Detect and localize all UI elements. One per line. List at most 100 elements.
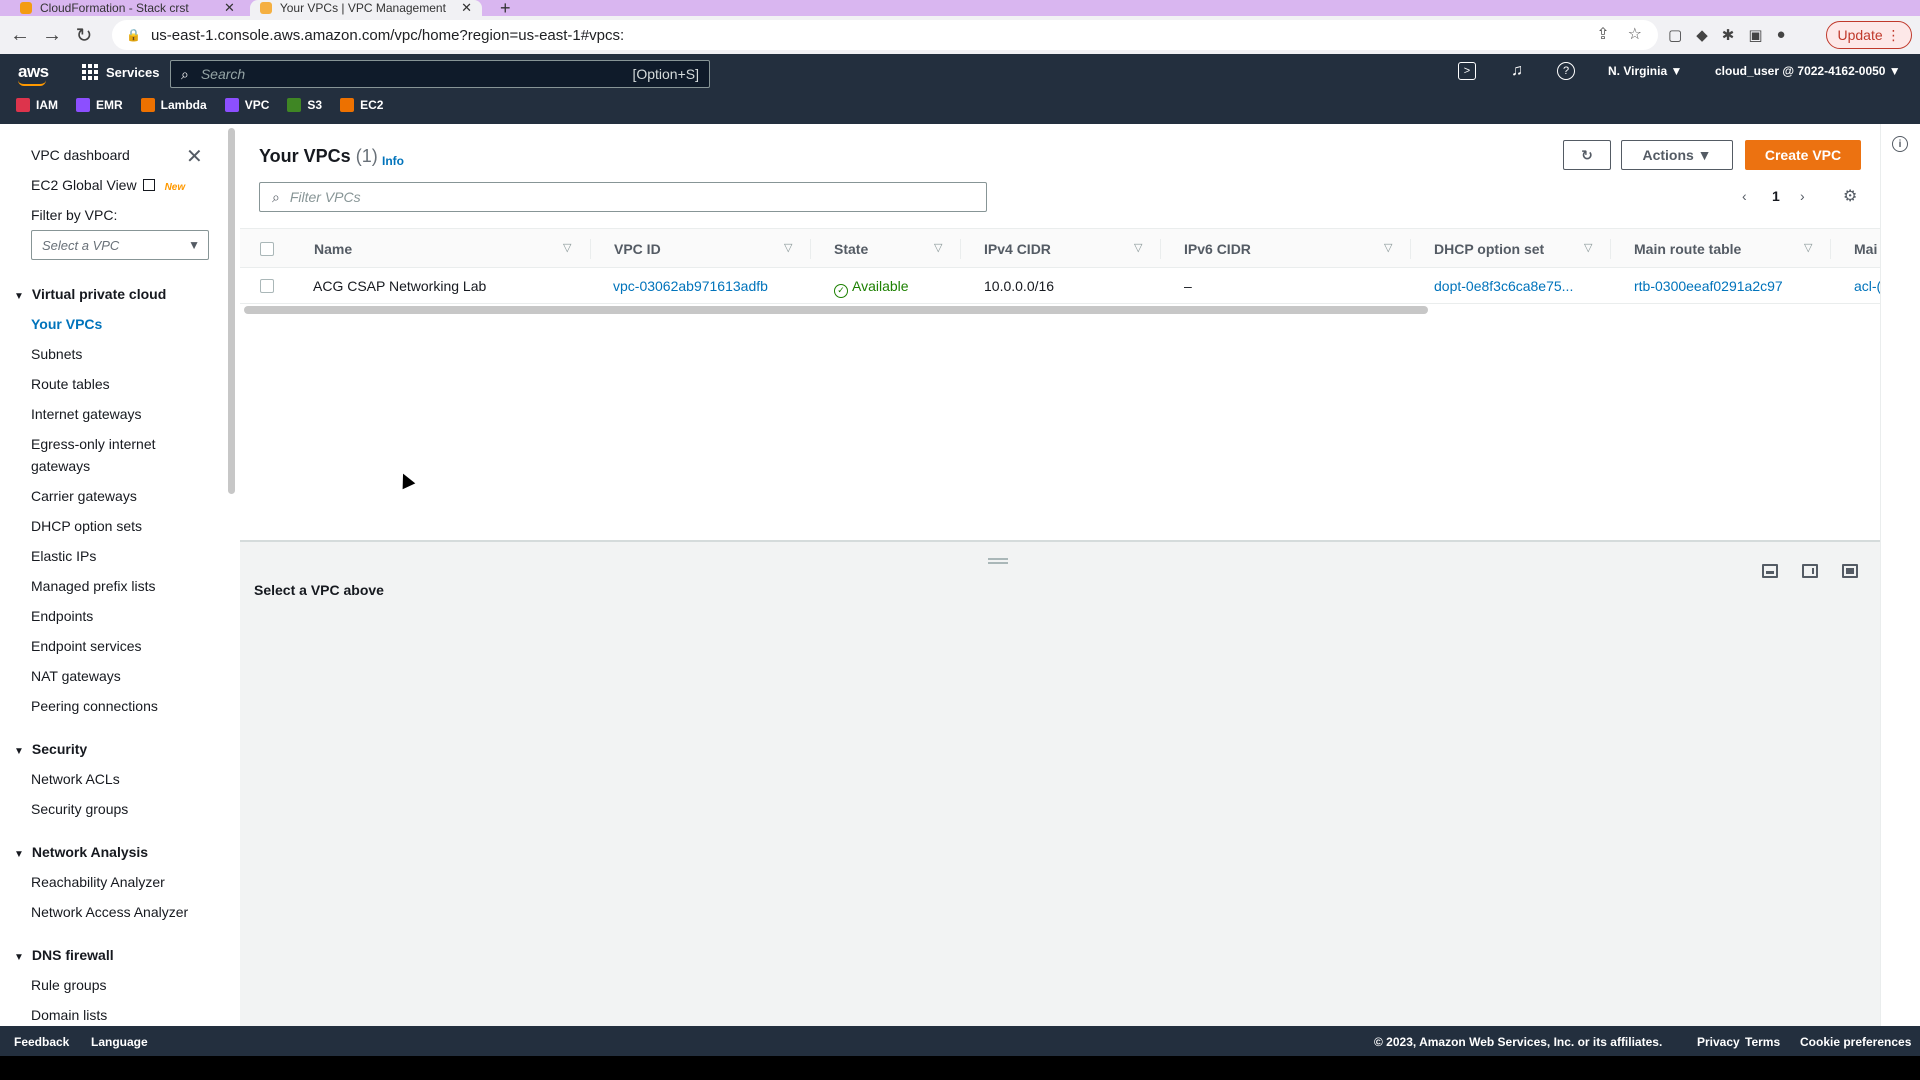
sort-icon[interactable]: ▽ <box>1584 241 1592 254</box>
split-bottom-icon[interactable] <box>1762 564 1778 578</box>
new-tab-button[interactable]: + <box>500 0 511 16</box>
column-divider[interactable] <box>1160 239 1161 259</box>
sidebar-item-peering-connections[interactable]: Peering connections <box>31 695 158 717</box>
bell-icon[interactable]: ♫ <box>1508 62 1526 80</box>
extension-icon[interactable]: ▢ <box>1668 26 1682 44</box>
column-divider[interactable] <box>1830 239 1831 259</box>
share-icon[interactable]: ⇪ <box>1596 24 1609 44</box>
back-arrow-icon[interactable]: ← <box>4 24 36 47</box>
split-drag-handle[interactable] <box>988 558 1008 564</box>
browser-tab-vpcs[interactable]: Your VPCs | VPC Management ✕ <box>250 0 482 16</box>
section-network-analysis[interactable]: ▼ Network Analysis <box>14 844 148 860</box>
column-divider[interactable] <box>1410 239 1411 259</box>
region-selector[interactable]: N. Virginia ▼ <box>1608 64 1682 78</box>
aws-search-input[interactable]: ⌕ Search [Option+S] <box>170 60 710 88</box>
column-header-state[interactable]: State <box>834 241 868 257</box>
sidebar-item-egress-only-gateways[interactable]: Egress-only internet <box>31 433 156 455</box>
column-divider[interactable] <box>1610 239 1611 259</box>
column-header-main-route-table[interactable]: Main route table <box>1634 241 1741 257</box>
sort-icon[interactable]: ▽ <box>1804 241 1812 254</box>
privacy-link[interactable]: Privacy <box>1697 1035 1740 1049</box>
aws-logo[interactable]: aws <box>18 62 49 86</box>
help-icon[interactable]: ? <box>1557 62 1575 80</box>
prev-page-chevron-icon[interactable]: ‹ <box>1742 188 1747 204</box>
cookie-preferences-link[interactable]: Cookie preferences <box>1800 1035 1911 1049</box>
sidebar-item-reachability-analyzer[interactable]: Reachability Analyzer <box>31 871 165 893</box>
sort-icon[interactable]: ▽ <box>934 241 942 254</box>
address-bar[interactable]: 🔒 us-east-1.console.aws.amazon.com/vpc/h… <box>112 20 1658 50</box>
sidebar-item-domain-lists[interactable]: Domain lists <box>31 1004 107 1026</box>
main-route-table-link[interactable]: rtb-0300eeaf0291a2c97 <box>1634 278 1824 294</box>
row-select-checkbox[interactable] <box>260 279 274 293</box>
account-menu[interactable]: cloud_user @ 7022-4162-0050 ▼ <box>1715 64 1901 78</box>
vpc-filter-select[interactable]: Select a VPC ▼ <box>31 230 209 260</box>
info-icon[interactable]: i <box>1892 136 1908 152</box>
info-link[interactable]: Info <box>382 154 404 168</box>
select-all-checkbox[interactable] <box>260 242 274 256</box>
feedback-link[interactable]: Feedback <box>14 1035 69 1049</box>
sidebar-item-network-access-analyzer[interactable]: Network Access Analyzer <box>31 901 188 923</box>
sidebar-item-your-vpcs[interactable]: Your VPCs <box>31 313 102 335</box>
create-vpc-button[interactable]: Create VPC <box>1745 140 1861 170</box>
reload-icon[interactable]: ↻ <box>68 23 100 48</box>
column-divider[interactable] <box>810 239 811 259</box>
vpc-id-link[interactable]: vpc-03062ab971613adfb <box>613 278 803 294</box>
sidebar-item-egress-only-gateways-line2[interactable]: gateways <box>31 455 90 477</box>
close-tab-icon[interactable]: ✕ <box>461 0 472 16</box>
sidebar-scrollbar[interactable] <box>228 128 235 494</box>
split-side-icon[interactable] <box>1802 564 1818 578</box>
cloudshell-icon[interactable]: > <box>1458 62 1476 80</box>
browser-update-button[interactable]: Update ⋮ <box>1826 21 1912 49</box>
side-panel-icon[interactable]: ▣ <box>1748 26 1762 44</box>
language-link[interactable]: Language <box>91 1035 148 1049</box>
sidebar-item-security-groups[interactable]: Security groups <box>31 798 128 820</box>
services-menu-button[interactable]: Services <box>82 64 160 80</box>
column-header-vpc-id[interactable]: VPC ID <box>614 241 661 257</box>
column-divider[interactable] <box>590 239 591 259</box>
favorite-s3[interactable]: S3 <box>287 98 322 112</box>
sidebar-item-ec2-global-view[interactable]: EC2 Global View New <box>31 174 185 199</box>
sidebar-item-endpoint-services[interactable]: Endpoint services <box>31 635 142 657</box>
sidebar-item-endpoints[interactable]: Endpoints <box>31 605 93 627</box>
favorite-iam[interactable]: IAM <box>16 98 58 112</box>
terms-link[interactable]: Terms <box>1745 1035 1780 1049</box>
sidebar-item-subnets[interactable]: Subnets <box>31 343 82 365</box>
gear-icon[interactable]: ⚙ <box>1843 186 1857 206</box>
sidebar-item-network-acls[interactable]: Network ACLs <box>31 768 120 790</box>
section-security[interactable]: ▼ Security <box>14 741 87 757</box>
sidebar-item-rule-groups[interactable]: Rule groups <box>31 974 107 996</box>
filter-vpcs-input[interactable]: ⌕ Filter VPCs <box>259 182 987 212</box>
column-header-name[interactable]: Name <box>314 241 352 257</box>
profile-avatar-icon[interactable]: ● <box>1777 26 1786 44</box>
table-row[interactable]: ACG CSAP Networking Lab vpc-03062ab97161… <box>240 268 1880 304</box>
next-page-chevron-icon[interactable]: › <box>1800 188 1805 204</box>
sidebar-item-route-tables[interactable]: Route tables <box>31 373 110 395</box>
extension-icon[interactable]: ◆ <box>1696 26 1708 44</box>
favorite-emr[interactable]: EMR <box>76 98 123 112</box>
sidebar-item-vpc-dashboard[interactable]: VPC dashboard <box>31 144 130 166</box>
refresh-button[interactable]: ↻ <box>1563 140 1611 170</box>
column-header-main-network-acl[interactable]: Mai <box>1854 241 1877 257</box>
favorite-ec2[interactable]: EC2 <box>340 98 383 112</box>
column-header-ipv6-cidr[interactable]: IPv6 CIDR <box>1184 241 1251 257</box>
page-number[interactable]: 1 <box>1772 188 1780 204</box>
column-header-dhcp-option-set[interactable]: DHCP option set <box>1434 241 1544 257</box>
sidebar-item-dhcp-option-sets[interactable]: DHCP option sets <box>31 515 142 537</box>
column-divider[interactable] <box>960 239 961 259</box>
actions-button[interactable]: Actions ▼ <box>1621 140 1733 170</box>
favorite-vpc[interactable]: VPC <box>224 98 269 112</box>
table-horizontal-scrollbar[interactable] <box>244 306 1428 314</box>
sidebar-item-elastic-ips[interactable]: Elastic IPs <box>31 545 96 567</box>
sort-icon[interactable]: ▽ <box>784 241 792 254</box>
dhcp-option-set-link[interactable]: dopt-0e8f3c6ca8e75... <box>1434 278 1604 294</box>
column-header-ipv4-cidr[interactable]: IPv4 CIDR <box>984 241 1051 257</box>
puzzle-extensions-icon[interactable]: ✱ <box>1722 26 1735 44</box>
sidebar-item-managed-prefix-lists[interactable]: Managed prefix lists <box>31 575 156 597</box>
close-tab-icon[interactable]: ✕ <box>224 0 235 16</box>
main-network-acl-link[interactable]: acl-( <box>1854 278 1880 294</box>
sort-icon[interactable]: ▽ <box>563 241 571 254</box>
sort-icon[interactable]: ▽ <box>1134 241 1142 254</box>
section-virtual-private-cloud[interactable]: ▼ Virtual private cloud <box>14 286 166 302</box>
forward-arrow-icon[interactable]: → <box>36 24 68 47</box>
close-sidebar-icon[interactable]: ✕ <box>186 144 203 169</box>
